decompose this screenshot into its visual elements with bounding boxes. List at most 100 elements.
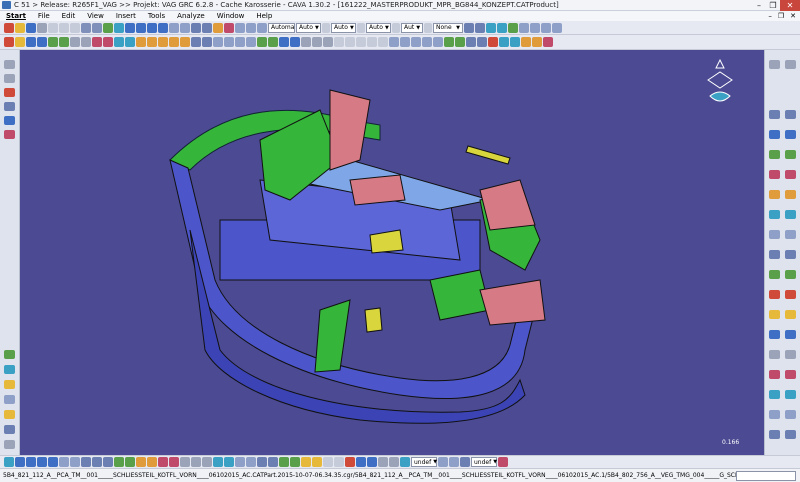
snap-icon[interactable] (257, 22, 267, 33)
fly-mode-icon[interactable] (103, 22, 113, 33)
existing-component-icon[interactable] (59, 37, 69, 47)
menu-file[interactable]: File (32, 11, 56, 21)
scenes-icon[interactable] (202, 37, 212, 47)
filter-icon[interactable] (367, 457, 377, 467)
point-icon[interactable] (422, 37, 432, 47)
check-icon[interactable] (543, 37, 553, 47)
pink-center-bracket[interactable] (349, 174, 406, 206)
settings-icon[interactable] (4, 440, 15, 449)
contact-icon[interactable] (147, 37, 157, 47)
save-icon[interactable] (26, 22, 36, 33)
stop-icon[interactable] (4, 37, 14, 47)
menu-window[interactable]: Window (211, 11, 251, 21)
cut-icon[interactable] (48, 22, 58, 33)
measure-inertia-icon[interactable] (323, 37, 333, 47)
print-icon[interactable] (37, 22, 47, 33)
hole-icon[interactable] (769, 170, 780, 179)
3d-model[interactable] (20, 50, 764, 455)
light-icon[interactable] (301, 457, 311, 467)
line-icon[interactable] (433, 37, 443, 47)
sync-icon[interactable] (510, 37, 520, 47)
angle-icon[interactable] (169, 37, 179, 47)
coincidence-icon[interactable] (136, 37, 146, 47)
folder-icon[interactable] (4, 380, 15, 389)
color-dropdown[interactable]: Automa▼ (268, 22, 300, 33)
scale-icon[interactable] (769, 270, 780, 279)
pink-lower-bracket[interactable] (479, 279, 546, 326)
catalog-icon[interactable] (519, 22, 529, 33)
text-icon[interactable] (224, 37, 234, 47)
annotation-icon[interactable] (213, 37, 223, 47)
weld-icon[interactable] (246, 37, 256, 47)
apply-color-icon[interactable] (498, 457, 508, 467)
measure-item-icon[interactable] (312, 37, 322, 47)
shaft-icon[interactable] (769, 150, 780, 159)
unlock-icon[interactable] (532, 37, 542, 47)
annotation-icon[interactable] (180, 457, 190, 467)
intersect-icon[interactable] (785, 370, 796, 379)
bill-of-material-icon[interactable] (191, 37, 201, 47)
zoom-in-icon[interactable] (37, 457, 47, 467)
boolean-icon[interactable] (785, 110, 796, 119)
lock-icon[interactable] (521, 37, 531, 47)
shell-icon[interactable] (785, 210, 796, 219)
property-dropdown-1[interactable]: undef ▼ (411, 457, 437, 467)
iso-view-icon[interactable] (70, 457, 80, 467)
volume-icon[interactable] (455, 37, 465, 47)
menu-start[interactable]: Start (0, 11, 32, 21)
trap-icon[interactable] (389, 457, 399, 467)
options-icon[interactable] (334, 457, 344, 467)
surface-icon[interactable] (444, 37, 454, 47)
line-weight-dropdown[interactable]: Auto ▼ (331, 22, 356, 33)
menu-edit[interactable]: Edit (56, 11, 82, 21)
maximize-button[interactable]: ❐ (766, 0, 780, 11)
line-type-dropdown[interactable]: Auto ▼ (366, 22, 391, 33)
distance-icon[interactable] (268, 37, 278, 47)
boundary-icon[interactable] (785, 390, 796, 399)
properties-icon[interactable] (464, 22, 474, 33)
search-icon[interactable] (552, 22, 562, 33)
sectioning-icon[interactable] (257, 37, 267, 47)
pattern-icon[interactable] (785, 250, 796, 259)
surface-icon[interactable] (279, 457, 289, 467)
select-icon[interactable] (4, 60, 15, 69)
mirror-icon[interactable] (769, 250, 780, 259)
law-icon[interactable] (785, 410, 796, 419)
cut-plane-icon[interactable] (4, 102, 15, 111)
healing-icon[interactable] (769, 410, 780, 419)
grid-toggle-icon[interactable] (460, 457, 470, 467)
part-icon[interactable] (268, 457, 278, 467)
walk-icon[interactable] (125, 457, 135, 467)
feo-icon[interactable] (191, 457, 201, 467)
rib-icon[interactable] (785, 170, 796, 179)
yellow-floating-part[interactable] (465, 145, 511, 165)
command-input[interactable] (736, 470, 796, 481)
tree-collapse-icon[interactable] (477, 37, 487, 47)
delete-icon[interactable] (488, 37, 498, 47)
paste-icon[interactable] (70, 22, 80, 33)
menu-help[interactable]: Help (250, 11, 278, 21)
product-icon[interactable] (257, 457, 267, 467)
minimize-button[interactable]: – (752, 0, 766, 11)
fix-icon[interactable] (180, 37, 190, 47)
snap-icon[interactable] (103, 37, 113, 47)
project-icon[interactable] (769, 390, 780, 399)
material-icon[interactable] (312, 457, 322, 467)
blend-icon[interactable] (769, 350, 780, 359)
center-green-post[interactable] (314, 299, 351, 373)
tree-icon[interactable] (4, 395, 15, 404)
constraint-icon[interactable] (486, 22, 496, 33)
zoom-out-icon[interactable] (158, 22, 168, 33)
select-icon[interactable] (378, 457, 388, 467)
menu-insert[interactable]: Insert (110, 11, 142, 21)
axis-icon[interactable] (246, 457, 256, 467)
join-icon[interactable] (769, 310, 780, 319)
clash-icon[interactable] (125, 37, 135, 47)
crown-icon[interactable] (4, 410, 15, 419)
new-icon[interactable] (4, 22, 14, 33)
reorder-icon[interactable] (81, 37, 91, 47)
hide-show-icon[interactable] (202, 22, 212, 33)
sketch-icon[interactable] (235, 22, 245, 33)
part-icon[interactable] (37, 37, 47, 47)
fill-icon[interactable] (785, 350, 796, 359)
